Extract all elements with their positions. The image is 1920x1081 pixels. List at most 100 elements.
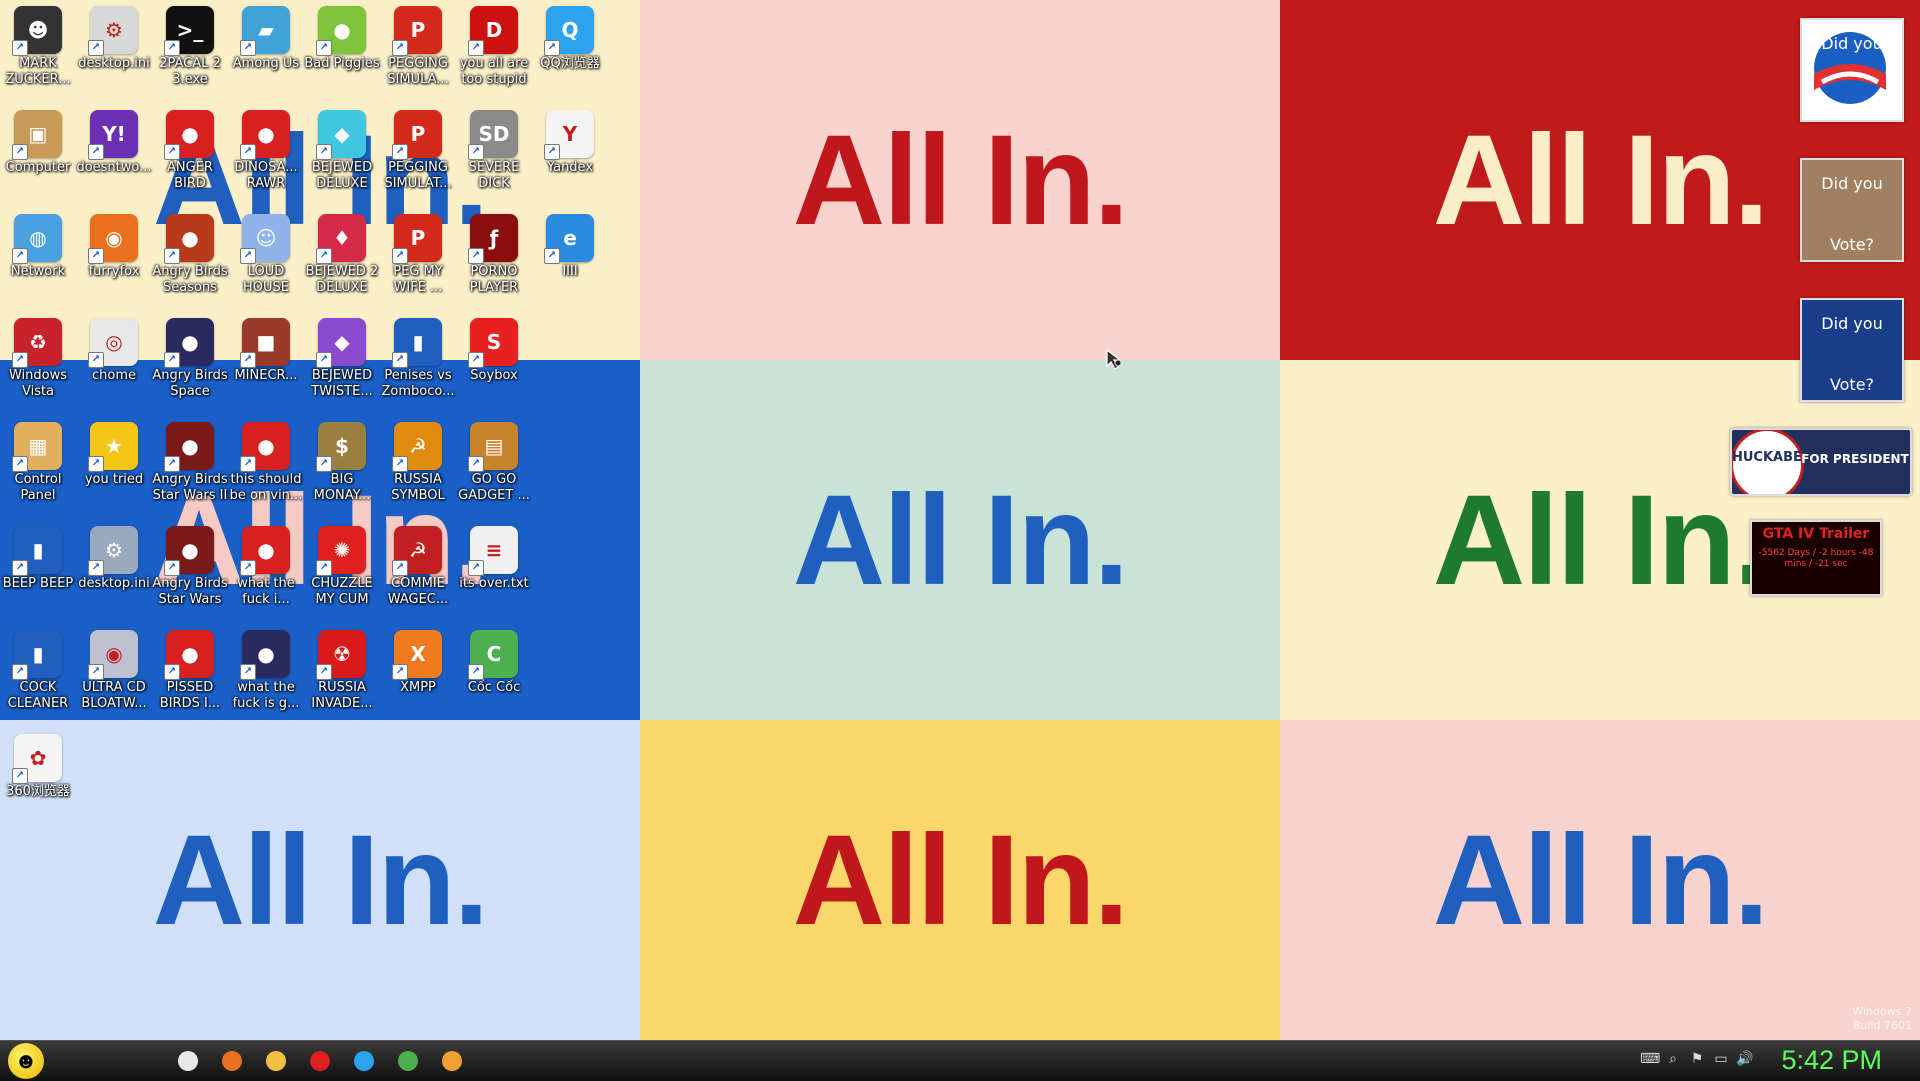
explorer-taskbar-icon[interactable] xyxy=(266,1051,286,1071)
mccain-vote-gadget[interactable]: Did you Vote? xyxy=(1800,158,1904,262)
icon-glyph: ● xyxy=(181,330,199,354)
shortcut-arrow-icon: ↗ xyxy=(316,664,332,680)
desktop-icon[interactable]: P ↗ PEG MY WIFE ... xyxy=(380,210,456,314)
icon-glyph: S xyxy=(486,330,502,354)
desktop-icon[interactable]: P ↗ PEGGING SIMULAT... xyxy=(380,106,456,210)
desktop-icon[interactable]: D ↗ you all are too stupid xyxy=(456,2,532,106)
desktop-icon[interactable]: e ↗ IIII xyxy=(532,210,608,314)
shortcut-arrow-icon: ↗ xyxy=(316,560,332,576)
gadget-top-text: Did you xyxy=(1821,314,1883,333)
desktop-icon[interactable]: ✺ ↗ CHUZZLE MY CUM xyxy=(304,522,380,626)
desktop-icon[interactable]: ● ↗ PISSED BIRDS I... xyxy=(152,626,228,730)
desktop-icon[interactable]: ● ↗ what the fuck i... xyxy=(228,522,304,626)
desktop-icon[interactable]: ■ ↗ MINECR... xyxy=(228,314,304,418)
desktop-icon[interactable]: Y! ↗ doesntwo... xyxy=(76,106,152,210)
shortcut-arrow-icon: ↗ xyxy=(240,664,256,680)
desktop-icon[interactable]: ≡ ↗ its over.txt xyxy=(456,522,532,626)
start-button[interactable]: ☻ xyxy=(8,1043,44,1079)
desktop-icon[interactable]: ◉ ↗ ULTRA CD BLOATW... xyxy=(76,626,152,730)
icon-glyph: ★ xyxy=(105,434,123,458)
desktop-icon[interactable]: >_ ↗ 2PACAL 2 3.exe xyxy=(152,2,228,106)
desktop-icon[interactable]: ★ ↗ you tried xyxy=(76,418,152,522)
desktop-icon-label: you tried xyxy=(84,472,144,487)
desktop-icon-label: Angry Birds Seasons xyxy=(152,264,228,295)
obama-vote-gadget[interactable]: Did you xyxy=(1800,18,1904,122)
search-icon[interactable]: ⌕ xyxy=(1664,1051,1682,1069)
huckabee-gadget[interactable]: HUCKABEE FOR PRESIDENT xyxy=(1730,428,1912,496)
desktop-icon[interactable]: P ↗ PEGGING SIMULA... xyxy=(380,2,456,106)
desktop-icon[interactable]: ◎ ↗ chome xyxy=(76,314,152,418)
desktop-icon[interactable]: ● ↗ Angry Birds Star Wars xyxy=(152,522,228,626)
icon-glyph: ■ xyxy=(256,330,276,354)
desktop-icon-label: CHUZZLE MY CUM xyxy=(311,576,373,607)
coccoc-taskbar-icon[interactable] xyxy=(398,1051,418,1071)
desktop-icon[interactable]: ▮ ↗ Penises vs Zomboco... xyxy=(380,314,456,418)
desktop-icon[interactable]: ⚙ ↗ desktop.ini xyxy=(76,522,152,626)
desktop-icon[interactable]: ● ↗ Angry Birds Seasons xyxy=(152,210,228,314)
shortcut-arrow-icon: ↗ xyxy=(544,40,560,56)
text-file-icon: ≡ ↗ xyxy=(468,526,518,576)
desktop-icon[interactable]: ◆ ↗ BEJEWED DELUXE xyxy=(304,106,380,210)
desktop-icon[interactable]: ⚙ ↗ desktop.ini xyxy=(76,2,152,106)
firefox-taskbar-icon[interactable] xyxy=(222,1051,242,1071)
icon-glyph: ◉ xyxy=(105,226,123,250)
angry-bird-icon: ● ↗ xyxy=(164,318,214,368)
desktop-icon[interactable]: ☭ ↗ RUSSIA SYMBOL xyxy=(380,418,456,522)
desktop-icon[interactable]: SD ↗ SEVERE DICK xyxy=(456,106,532,210)
desktop-icon[interactable]: ▮ ↗ COCK CLEANER xyxy=(0,626,76,730)
desktop-icon[interactable]: S ↗ Soybox xyxy=(456,314,532,418)
desktop-icon-label: RUSSIA SYMBOL xyxy=(391,472,445,503)
desktop-icon-label: RUSSIA INVADE... xyxy=(311,680,373,711)
desktop-icon[interactable]: ☭ ↗ COMMIE WAGEC... xyxy=(380,522,456,626)
desktop-icon[interactable]: ◆ ↗ BEJEWED TWISTE... xyxy=(304,314,380,418)
desktop-icon[interactable]: ◍ ↗ Network xyxy=(0,210,76,314)
desktop-icon[interactable]: ♻ ↗ Windows Vista xyxy=(0,314,76,418)
desktop-icon[interactable]: C ↗ Cốc Cốc xyxy=(456,626,532,730)
icon-glyph: ⚙ xyxy=(105,538,123,562)
desktop-icon[interactable]: ♦ ↗ BEJEWED 2 DELUXE xyxy=(304,210,380,314)
shortcut-arrow-icon: ↗ xyxy=(544,248,560,264)
desktop-icon[interactable]: ☻ ↗ MARK ZUCKER... xyxy=(0,2,76,106)
desktop-icon[interactable]: ● ↗ this should be on vin... xyxy=(228,418,304,522)
shortcut-arrow-icon: ↗ xyxy=(468,664,484,680)
desktop-icon[interactable]: ▮ ↗ BEEP BEEP xyxy=(0,522,76,626)
shortcut-arrow-icon: ↗ xyxy=(392,664,408,680)
person-icon: ☻ ↗ xyxy=(12,6,62,56)
desktop-icon[interactable]: X ↗ XMPP xyxy=(380,626,456,730)
desktop-icon[interactable]: $ ↗ BIG MONAY... xyxy=(304,418,380,522)
shortcut-arrow-icon: ↗ xyxy=(316,456,332,472)
icon-glyph: ● xyxy=(181,642,199,666)
chrome-taskbar-icon[interactable] xyxy=(178,1051,198,1071)
desktop-icon[interactable]: ▰ ↗ Among Us xyxy=(228,2,304,106)
desktop-icon[interactable]: ☺ ↗ LOUD HOUSE xyxy=(228,210,304,314)
keyboard-icon[interactable]: ⌨ xyxy=(1640,1051,1660,1069)
volume-icon[interactable]: 🔊 xyxy=(1736,1051,1754,1069)
desktop-icon[interactable]: ● ↗ Bad Piggies xyxy=(304,2,380,106)
desktop-icon[interactable]: ▦ ↗ Control Panel xyxy=(0,418,76,522)
hillary-vote-gadget[interactable]: Did you Vote? xyxy=(1800,298,1904,402)
desktop-icon[interactable]: ☢ ↗ RUSSIA INVADE... xyxy=(304,626,380,730)
desktop-icon-label: BEEP BEEP xyxy=(2,576,74,591)
desktop-icon[interactable]: ● ↗ what the fuck is g... xyxy=(228,626,304,730)
desktop-icon[interactable]: ● ↗ Angry Birds Star Wars II xyxy=(152,418,228,522)
desktop-icon[interactable]: Y ↗ Yandex xyxy=(532,106,608,210)
gta-iv-trailer-gadget[interactable]: GTA IV Trailer -5562 Days / -2 hours -48 … xyxy=(1750,520,1882,596)
coccoc-icon: C ↗ xyxy=(468,630,518,680)
desktop-icon[interactable]: ◉ ↗ furryfox xyxy=(76,210,152,314)
desktop-icon[interactable]: ▤ ↗ GO GO GADGET ... xyxy=(456,418,532,522)
icon-glyph: ● xyxy=(181,538,199,562)
desktop-icon[interactable]: ● ↗ DINOSA... RAWR xyxy=(228,106,304,210)
wallpaper-tile: All In. xyxy=(640,720,1280,1040)
yandex-taskbar-icon[interactable] xyxy=(310,1051,330,1071)
network-icon[interactable]: ▭ xyxy=(1712,1051,1730,1069)
desktop-icon[interactable]: Q ↗ QQ浏览器 xyxy=(532,2,608,106)
desktop-icon[interactable]: ƒ ↗ PORNO PLAYER xyxy=(456,210,532,314)
taskbar-clock[interactable]: 5:42 PM xyxy=(1781,1045,1882,1076)
qq-browser-taskbar-icon[interactable] xyxy=(354,1051,374,1071)
desktop-icon[interactable]: ▣ ↗ Computer xyxy=(0,106,76,210)
desktop-icon[interactable]: ✿ ↗ 360浏览器 xyxy=(0,730,76,834)
desktop-icon[interactable]: ● ↗ Angry Birds Space xyxy=(152,314,228,418)
flag-icon[interactable]: ⚑ xyxy=(1688,1051,1706,1069)
360-taskbar-icon[interactable] xyxy=(442,1051,462,1071)
desktop-icon[interactable]: ● ↗ ANGER BIRD xyxy=(152,106,228,210)
